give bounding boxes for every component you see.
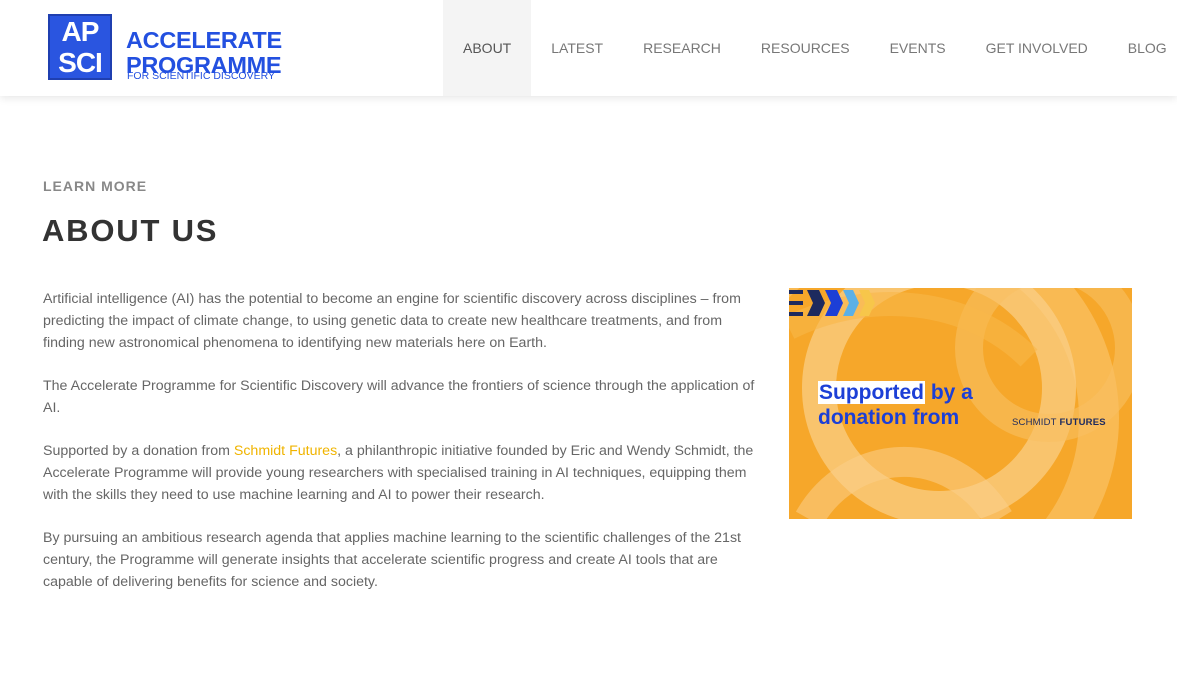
paragraph-intro: Artificial intelligence (AI) has the pot… (43, 291, 741, 351)
site-header: AP SCI ACCELERATE PROGRAMME FOR SCIENTIF… (0, 0, 1177, 96)
nav-item-resources[interactable]: RESOURCES (741, 0, 870, 96)
logo-subtitle: FOR SCIENTIFIC DISCOVERY (127, 70, 275, 82)
nav-item-research[interactable]: RESEARCH (623, 0, 741, 96)
about-content: Artificial intelligence (AI) has the pot… (43, 288, 763, 614)
schmidt-futures-logo-icon (789, 290, 875, 316)
banner-message: Supported by a donation from (818, 380, 973, 430)
banner-line-2: donation from (818, 406, 960, 429)
logo-mark-ap: AP (61, 16, 100, 47)
main-nav: ABOUT LATEST RESEARCH RESOURCES EVENTS G… (443, 0, 1177, 96)
nav-item-about[interactable]: ABOUT (443, 0, 532, 96)
paragraph-mission: The Accelerate Programme for Scientific … (43, 378, 755, 416)
banner-highlight-word: Supported (818, 381, 925, 404)
sponsor-banner-image: Supported by a donation from SCHMIDT FUT… (789, 288, 1132, 519)
logo-title-line1: ACCELERATE (126, 27, 282, 53)
paragraph-research: By pursuing an ambitious research agenda… (43, 530, 741, 590)
schmidt-futures-link[interactable]: Schmidt Futures (234, 443, 337, 459)
nav-item-latest[interactable]: LATEST (531, 0, 623, 96)
page-title: ABOUT US (42, 213, 219, 248)
nav-item-blog[interactable]: BLOG (1108, 0, 1177, 96)
site-logo[interactable]: AP SCI ACCELERATE PROGRAMME FOR SCIENTIF… (48, 14, 282, 82)
paragraph-support: Supported by a donation from Schmidt Fut… (43, 440, 763, 506)
section-eyebrow: LEARN MORE (43, 178, 148, 194)
nav-item-events[interactable]: EVENTS (870, 0, 966, 96)
sponsor-word-2: FUTURES (1059, 417, 1106, 428)
nav-item-get-involved[interactable]: GET INVOLVED (966, 0, 1108, 96)
logo-mark: AP SCI (48, 14, 112, 80)
paragraph-support-lead: Supported by a donation from (43, 443, 234, 459)
schmidt-futures-wordmark: SCHMIDT FUTURES (1012, 417, 1106, 428)
banner-line-1: Supported by a (818, 380, 973, 405)
banner-line-1-rest: by a (925, 381, 973, 404)
logo-mark-sci: SCI (58, 47, 103, 78)
sponsor-word-1: SCHMIDT (1012, 417, 1057, 428)
